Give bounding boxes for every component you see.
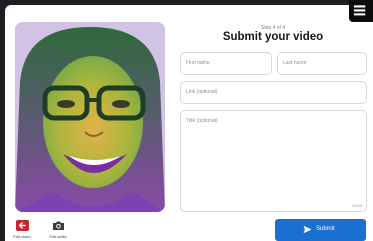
edit-video-label: Edit video xyxy=(13,234,31,239)
selfie-preview xyxy=(15,22,165,212)
last-name-field[interactable]: Last name xyxy=(277,52,367,75)
link-field[interactable]: Link (optional) xyxy=(180,81,367,104)
first-name-field[interactable]: First name xyxy=(180,52,272,75)
title-placeholder: Title (optional) xyxy=(186,118,218,124)
corner-badge: ≡ xyxy=(349,0,373,22)
link-placeholder: Link (optional) xyxy=(186,89,218,95)
title-field[interactable]: Title (optional) 0/100 xyxy=(180,110,367,212)
edit-video-button[interactable]: Edit video xyxy=(8,216,36,240)
selfie-image xyxy=(15,22,165,212)
camera-icon xyxy=(53,221,64,230)
char-counter: 0/100 xyxy=(351,203,362,208)
edit-selfie-button[interactable]: Edit selfie xyxy=(44,216,72,240)
last-name-placeholder: Last name xyxy=(283,60,307,66)
edit-selfie-label: Edit selfie xyxy=(49,234,67,239)
badge-icon: ≡ xyxy=(352,0,368,21)
page-title: Submit your video xyxy=(222,31,324,43)
send-icon xyxy=(303,225,312,234)
submit-label: Submit xyxy=(316,226,335,232)
submit-button[interactable]: Submit xyxy=(275,219,366,241)
arrow-left-icon xyxy=(16,220,29,231)
first-name-placeholder: First name xyxy=(186,60,210,66)
